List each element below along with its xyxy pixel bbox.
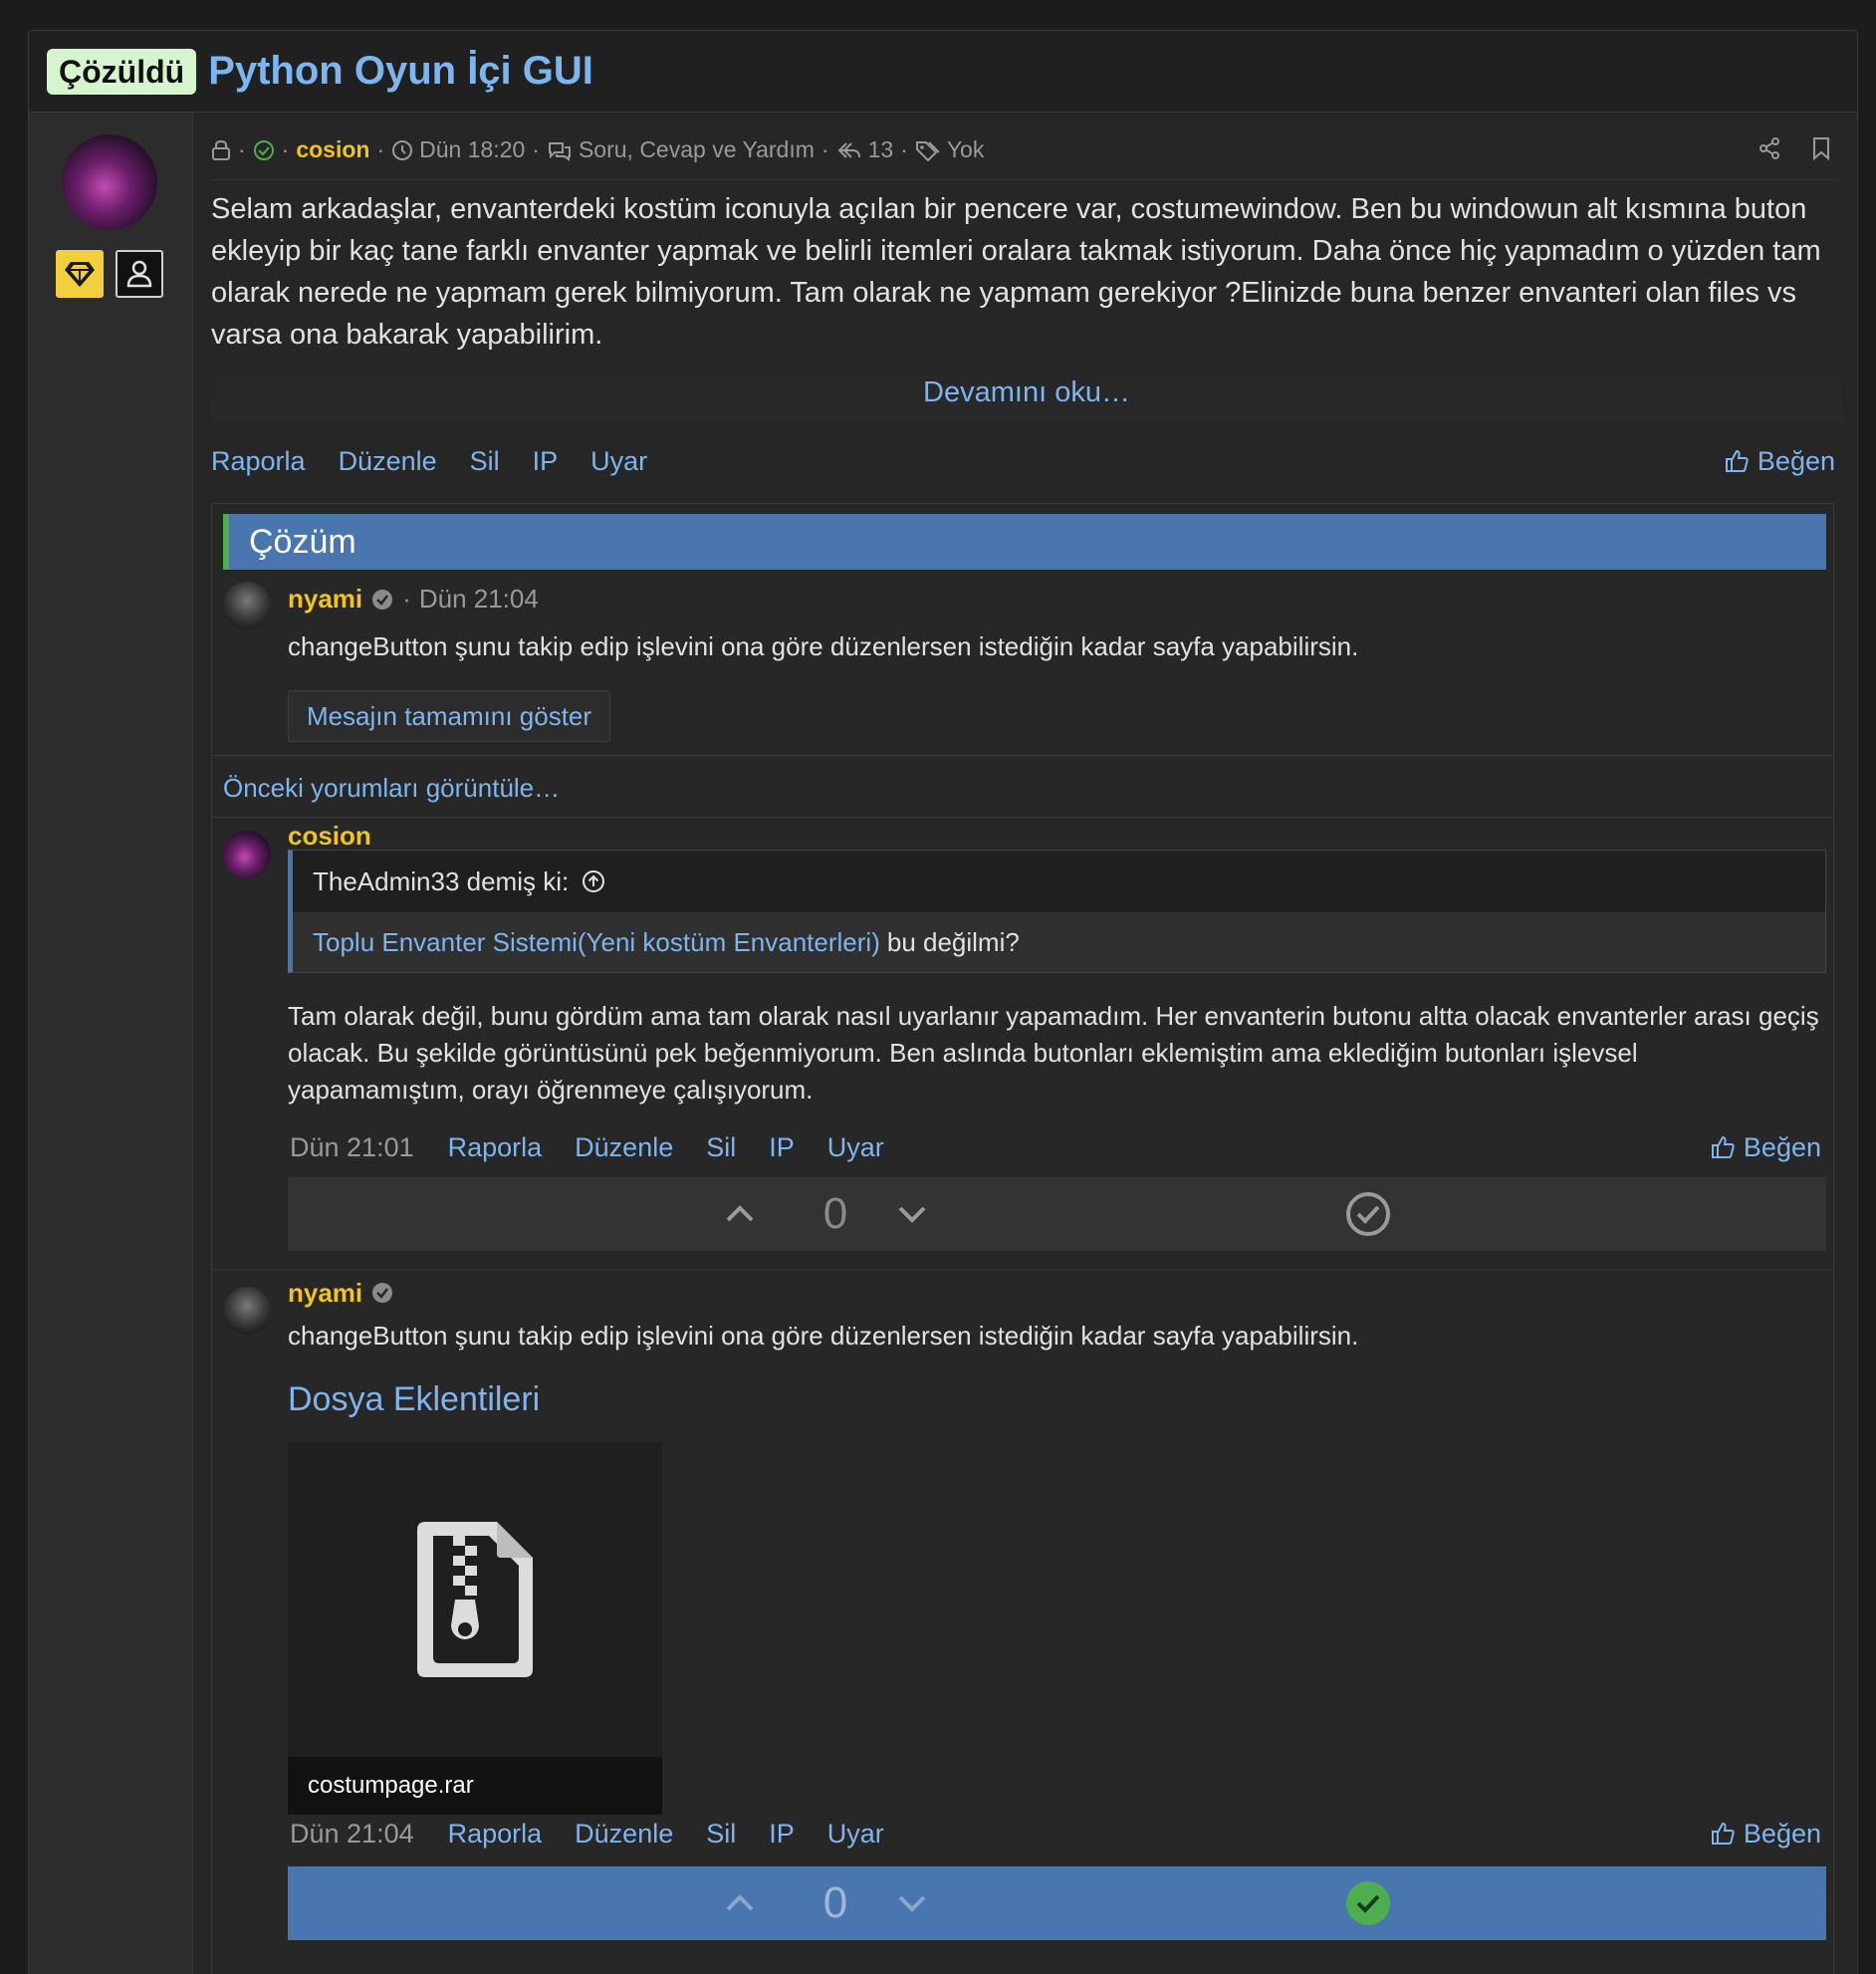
report-link[interactable]: Raporla xyxy=(211,446,306,477)
show-full-message-button[interactable]: Mesajın tamamını göster xyxy=(288,690,610,742)
comment-text: changeButton şunu takip edip işlevini on… xyxy=(288,1321,1359,1351)
comment-time[interactable]: Dün 21:01 xyxy=(290,1132,414,1163)
attachment-card[interactable]: costumpage.rar xyxy=(288,1442,662,1815)
comment-actions: Dün 21:04 Raporla Düzenle Sil IP Uyar Be… xyxy=(290,1814,1821,1853)
attachments-title: Dosya Eklentileri xyxy=(288,1380,541,1418)
solution-author[interactable]: nyami xyxy=(288,584,362,615)
like-label: Beğen xyxy=(1743,1818,1821,1849)
thumbs-up-icon xyxy=(1711,1822,1735,1845)
like-button[interactable]: Beğen xyxy=(1724,446,1835,477)
verified-icon xyxy=(372,589,393,610)
separator-dot: · xyxy=(402,584,411,614)
clock-icon xyxy=(392,139,413,160)
thread-title-bar: Çözüldü Python Oyun İçi GUI xyxy=(29,31,1857,113)
post-author[interactable]: cosion xyxy=(296,136,369,163)
comment-actions: Dün 21:01 Raporla Düzenle Sil IP Uyar Be… xyxy=(290,1127,1821,1167)
meta-actions xyxy=(1758,136,1831,160)
solved-badge: Çözüldü xyxy=(47,48,197,95)
thumbs-up-icon xyxy=(1711,1135,1735,1158)
delete-link[interactable]: Sil xyxy=(706,1132,736,1163)
comments-icon xyxy=(548,141,571,161)
thread-frame: Çözüldü Python Oyun İçi GUI · · cosion ·… xyxy=(28,30,1858,1974)
post-actions: Raporla Düzenle Sil IP Uyar Beğen xyxy=(211,441,1835,481)
post-time[interactable]: Dün 18:20 xyxy=(419,136,525,163)
solution-meta: nyami · Dün 21:04 xyxy=(288,584,539,615)
post-meta: · · cosion · Dün 18:20 · Soru, Cevap ve … xyxy=(211,132,1839,180)
divider xyxy=(212,817,1833,818)
gem-icon[interactable] xyxy=(56,250,104,298)
read-more-link[interactable]: Devamını oku… xyxy=(211,364,1842,421)
thumbs-up-icon xyxy=(1725,449,1749,472)
edit-link[interactable]: Düzenle xyxy=(575,1132,673,1163)
post-tags[interactable]: Yok xyxy=(947,136,985,163)
chevron-down-icon[interactable] xyxy=(895,1197,929,1231)
vote-count: 0 xyxy=(822,1189,848,1238)
chevron-up-icon[interactable] xyxy=(723,1197,757,1231)
ip-link[interactable]: IP xyxy=(769,1132,795,1163)
post-forum[interactable]: Soru, Cevap ve Yardım xyxy=(579,136,815,163)
tag-icon xyxy=(915,140,940,161)
user-icon[interactable] xyxy=(116,250,163,298)
vote-count: 0 xyxy=(822,1878,848,1927)
thread-title: Python Oyun İçi GUI xyxy=(208,49,593,93)
solution-header: Çözüm xyxy=(223,514,1826,570)
reply-count: 13 xyxy=(867,136,894,162)
reply-icon xyxy=(837,141,860,158)
report-link[interactable]: Raporla xyxy=(448,1132,543,1163)
like-button[interactable]: Beğen xyxy=(1710,1132,1821,1163)
previous-comments-link[interactable]: Önceki yorumları görüntüle… xyxy=(223,773,560,804)
attachment-filename[interactable]: costumpage.rar xyxy=(288,1757,662,1815)
quote-block: TheAdmin33 demiş ki: Toplu Envanter Sist… xyxy=(288,850,1826,973)
quote-link[interactable]: Toplu Envanter Sistemi(Yeni kostüm Envan… xyxy=(313,927,880,958)
verified-icon xyxy=(372,1283,393,1303)
bookmark-icon[interactable] xyxy=(1811,136,1831,160)
warn-link[interactable]: Uyar xyxy=(827,1819,884,1850)
delete-link[interactable]: Sil xyxy=(470,446,500,477)
like-label: Beğen xyxy=(1757,445,1835,476)
quote-text: bu değilmi? xyxy=(886,926,1020,957)
quote-header: TheAdmin33 demiş ki: xyxy=(293,851,1825,912)
comment-meta: nyami xyxy=(288,1276,394,1310)
solution-time[interactable]: Dün 21:04 xyxy=(419,584,539,615)
chevron-up-icon[interactable] xyxy=(723,1886,757,1920)
report-link[interactable]: Raporla xyxy=(448,1819,543,1850)
zip-file-icon xyxy=(288,1442,662,1757)
avatar[interactable] xyxy=(223,1287,271,1335)
check-circle-icon[interactable] xyxy=(1344,1190,1392,1238)
post-body: Selam arkadaşlar, envanterdeki kostüm ic… xyxy=(211,193,1821,351)
ip-link[interactable]: IP xyxy=(533,446,559,477)
edit-link[interactable]: Düzenle xyxy=(575,1819,673,1850)
comment-text: Tam olarak değil, bunu gördüm ama tam ol… xyxy=(288,1001,1819,1105)
solution-text: changeButton şunu takip edip işlevini on… xyxy=(288,631,1359,661)
lock-icon xyxy=(212,139,230,160)
chevron-down-icon[interactable] xyxy=(895,1886,929,1920)
warn-link[interactable]: Uyar xyxy=(590,446,647,477)
divider xyxy=(212,755,1833,756)
quote-attribution: TheAdmin33 demiş ki: xyxy=(313,865,570,896)
arrow-up-circle-icon[interactable] xyxy=(581,868,606,894)
post-content: · · cosion · Dün 18:20 · Soru, Cevap ve … xyxy=(193,113,1857,1974)
share-icon[interactable] xyxy=(1758,136,1781,160)
avatar[interactable] xyxy=(223,831,271,878)
avatar[interactable] xyxy=(223,582,271,629)
comment-author[interactable]: cosion xyxy=(288,819,371,853)
check-circle-icon[interactable] xyxy=(1344,1879,1392,1927)
vote-bar: 0 xyxy=(288,1866,1826,1940)
avatar[interactable] xyxy=(62,134,157,230)
divider xyxy=(212,1269,1833,1270)
edit-link[interactable]: Düzenle xyxy=(339,446,437,477)
comments-section: Çözüm nyami · Dün 21:04 changeButton şun… xyxy=(211,503,1834,1974)
like-label: Beğen xyxy=(1743,1131,1821,1162)
like-button[interactable]: Beğen xyxy=(1710,1819,1821,1850)
delete-link[interactable]: Sil xyxy=(706,1819,736,1850)
ip-link[interactable]: IP xyxy=(769,1819,795,1850)
comment-author[interactable]: nyami xyxy=(288,1276,362,1310)
vote-bar: 0 xyxy=(288,1177,1826,1251)
warn-link[interactable]: Uyar xyxy=(827,1132,884,1163)
check-circle-icon xyxy=(253,139,274,160)
user-sidebar xyxy=(29,113,193,1974)
comment-time[interactable]: Dün 21:04 xyxy=(290,1819,414,1850)
quote-body: Toplu Envanter Sistemi(Yeni kostüm Envan… xyxy=(293,912,1825,972)
